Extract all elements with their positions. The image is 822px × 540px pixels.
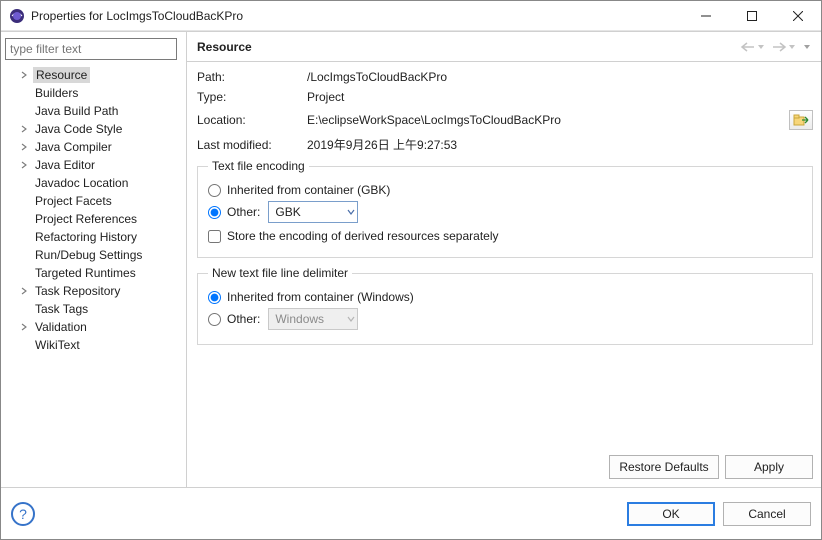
question-icon: ? [19,506,27,522]
delimiter-legend: New text file line delimiter [208,266,352,280]
delimiter-other-radio[interactable] [208,313,221,326]
encoding-combo[interactable]: GBK [268,201,358,223]
nav-tree: Resource Builders Java Build Path Java Code… [5,66,180,481]
tree-item[interactable]: Java Compiler [5,138,180,156]
tree-item[interactable]: Refactoring History [5,228,180,246]
tree-item-label: Run/Debug Settings [33,247,144,263]
tree-item[interactable]: Run/Debug Settings [5,246,180,264]
expand-icon[interactable] [19,70,29,80]
help-button[interactable]: ? [11,502,35,526]
store-derived-label: Store the encoding of derived resources … [227,229,499,243]
lastmod-label: Last modified: [197,138,307,152]
tree-item[interactable]: Resource [5,66,180,84]
expand-icon[interactable] [19,124,29,134]
type-label: Type: [197,90,307,104]
tree-item-label: Task Repository [33,283,122,299]
encoding-inherited-label: Inherited from container (GBK) [227,183,390,197]
page-header: Resource [187,32,821,62]
tree-item-label: Resource [33,67,90,83]
encoding-inherited-radio[interactable] [208,184,221,197]
path-label: Path: [197,70,307,84]
tree-item[interactable]: Project References [5,210,180,228]
expand-icon[interactable] [19,286,29,296]
text-file-encoding-group: Text file encoding Inherited from contai… [197,159,813,258]
nav-menu-button[interactable] [800,41,813,53]
tree-item-label: Refactoring History [33,229,139,245]
minimize-button[interactable] [683,1,729,31]
cancel-button[interactable]: Cancel [723,502,811,526]
encoding-other-label: Other: [227,205,260,219]
encoding-other-radio[interactable] [208,206,221,219]
tree-item[interactable]: WikiText [5,336,180,354]
main-panel: Resource Path: /LocImgsToCloudBacKPro Ty… [187,32,821,487]
dialog-footer: ? OK Cancel [1,487,821,539]
page-title: Resource [197,40,252,54]
nav-forward-button[interactable] [769,39,798,55]
delimiter-other-label: Other: [227,312,260,326]
path-value: /LocImgsToCloudBacKPro [307,70,813,84]
chevron-down-icon [347,208,355,216]
tree-item[interactable]: Targeted Runtimes [5,264,180,282]
filter-input[interactable] [5,38,177,60]
tree-item[interactable]: Java Build Path [5,102,180,120]
nav-back-button[interactable] [738,39,767,55]
tree-item[interactable]: Javadoc Location [5,174,180,192]
show-in-explorer-button[interactable] [789,110,813,130]
title-bar: Properties for LocImgsToCloudBacKPro [1,1,821,31]
tree-item-label: Javadoc Location [33,175,130,191]
tree-item[interactable]: Task Tags [5,300,180,318]
tree-item-label: Java Compiler [33,139,114,155]
tree-item-label: Project Facets [33,193,114,209]
close-button[interactable] [775,1,821,31]
eclipse-icon [9,8,25,24]
tree-item[interactable]: Java Editor [5,156,180,174]
location-label: Location: [197,113,307,127]
resource-form: Path: /LocImgsToCloudBacKPro Type: Proje… [187,62,821,455]
type-value: Project [307,90,813,104]
restore-defaults-button[interactable]: Restore Defaults [609,455,719,479]
tree-item[interactable]: Project Facets [5,192,180,210]
tree-item-label: Validation [33,319,89,335]
location-value: E:\eclipseWorkSpace\LocImgsToCloudBacKPr… [307,113,783,127]
delimiter-combo: Windows [268,308,358,330]
chevron-down-icon [347,315,355,323]
delimiter-inherited-label: Inherited from container (Windows) [227,290,414,304]
tree-item-label: Java Editor [33,157,97,173]
tree-item[interactable]: Validation [5,318,180,336]
delimiter-inherited-radio[interactable] [208,291,221,304]
tree-item-label: Project References [33,211,139,227]
apply-button[interactable]: Apply [725,455,813,479]
tree-item[interactable]: Task Repository [5,282,180,300]
delimiter-combo-value: Windows [275,312,324,326]
folder-arrow-icon [793,114,809,126]
tree-item[interactable]: Java Code Style [5,120,180,138]
store-derived-checkbox[interactable] [208,230,221,243]
maximize-button[interactable] [729,1,775,31]
expand-icon[interactable] [19,142,29,152]
tree-item-label: Task Tags [33,301,90,317]
encoding-legend: Text file encoding [208,159,309,173]
encoding-combo-value: GBK [275,205,300,219]
tree-item-label: Builders [33,85,80,101]
tree-item-label: Targeted Runtimes [33,265,138,281]
tree-item-label: WikiText [33,337,82,353]
tree-item[interactable]: Builders [5,84,180,102]
window-title: Properties for LocImgsToCloudBacKPro [31,9,683,23]
expand-icon[interactable] [19,322,29,332]
sidebar: Resource Builders Java Build Path Java Code… [1,32,187,487]
lastmod-value: 2019年9月26日 上午9:27:53 [307,136,813,153]
line-delimiter-group: New text file line delimiter Inherited f… [197,266,813,345]
ok-button[interactable]: OK [627,502,715,526]
expand-icon[interactable] [19,160,29,170]
tree-item-label: Java Build Path [33,103,120,119]
tree-item-label: Java Code Style [33,121,124,137]
